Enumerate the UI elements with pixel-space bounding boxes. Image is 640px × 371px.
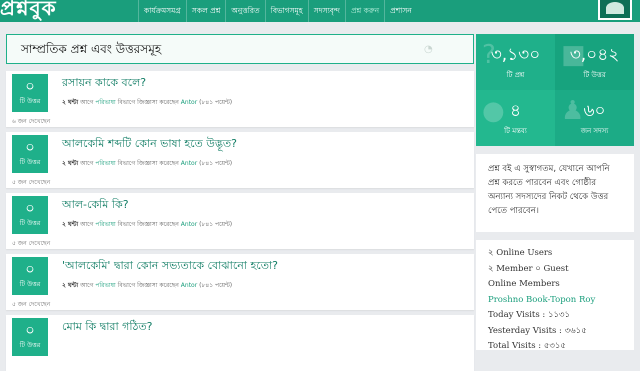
avatar-icon [606,2,624,14]
site-stats: ? ৩,১৩০ টি প্রশ্ন ■ ৩,০৪২ টি উত্তর ● ৪ টি মন্ত… [476,34,634,146]
category-link[interactable]: পরিভাষা [95,160,115,167]
member-guest-count: ২ Member ০ Guest [488,263,569,274]
sidebar: ? ৩,১৩০ টি প্রশ্ন ■ ৩,০৪২ টি উত্তর ● ৪ টি মন্ত… [476,34,634,350]
stat-members[interactable]: ♟ ৬০ জন সদস্য [555,90,634,146]
view-count: ৫ জন দেখেছেন [12,240,51,247]
answer-count-badge[interactable]: ০ টি উত্তর [12,74,48,112]
recent-qa-header: সাম্প্রতিক প্রশ্ন এবং উত্তরসমূহ ◔ [6,34,474,64]
question-card: ০ টি উত্তর মোম কি দ্বারা গঠিত? [6,315,474,371]
category-link[interactable]: পরিভাষা [95,221,115,228]
top-navbar: প্রশ্নবুক কার্যক্রমসমগ্র সকল প্রশ্ন অনুত… [0,0,640,22]
view-count: ৫ জন দেখেছেন [12,301,51,308]
yesterday-visits: Yesterday Visits : ৩৬১৫ [488,325,587,336]
user-link[interactable]: Antor [181,221,197,228]
view-count: ৬ জন দেখেছেন [12,118,51,125]
main-content: সাম্প্রতিক প্রশ্ন এবং উত্তরসমূহ ◔ ০ টি উত… [6,34,474,371]
question-meta: ২ ঘন্টা আগে পরিভাষা বিভাগে জিজ্ঞাসা করেছ… [62,221,233,228]
site-logo[interactable]: প্রশ্নবুক [0,0,57,20]
total-visits: Total Visits : ৫৩১৫ [488,341,566,350]
nav-item-members[interactable]: সদস্যবৃন্দ [307,0,345,22]
question-title-link[interactable]: আল-কেমি কি? [62,196,129,215]
question-meta: ২ ঘন্টা আগে পরিভাষা বিভাগে জিজ্ঞাসা করেছ… [62,99,233,106]
question-card: ০ টি উত্তর আল-কেমি কি? ২ ঘন্টা আগে পরিভাষ… [6,193,474,249]
stat-answers[interactable]: ■ ৩,০৪২ টি উত্তর [555,34,634,90]
stat-comments[interactable]: ● ৪ টি মন্তব্য [476,90,555,146]
nav-item-admin[interactable]: প্রশাসন [384,0,417,22]
page-title: সাম্প্রতিক প্রশ্ন এবং উত্তরসমূহ [21,42,162,56]
category-link[interactable]: পরিভাষা [95,282,115,289]
answer-count-badge[interactable]: ০ টি উত্তর [12,135,48,173]
nav-item-ask-question[interactable]: প্রশ্ন করুন [344,0,384,22]
stat-questions[interactable]: ? ৩,১৩০ টি প্রশ্ন [476,34,555,90]
answer-count-badge[interactable]: ০ টি উত্তর [12,196,48,234]
question-title-link[interactable]: রসায়ন কাকে বলে? [62,74,146,93]
nav-item-unanswered[interactable]: অনুত্তরিত [225,0,264,22]
user-link[interactable]: Antor [181,282,197,289]
answer-count-badge[interactable]: ০ টি উত্তর [12,318,48,356]
main-nav: কার্যক্রমসমগ্র সকল প্রশ্ন অনুত্তরিত বিভা… [138,0,417,22]
online-users-count: ২ Online Users [488,248,553,258]
view-count: ৫ জন দেখেছেন [12,179,51,186]
question-title-link[interactable]: আলকেমি শব্দটি কোন ভাষা হতে উদ্ভূত? [62,135,237,154]
online-users-widget: ২ Online Users ২ Member ০ Guest Online M… [476,240,634,350]
user-avatar[interactable] [598,0,632,20]
question-title-link[interactable]: 'আলকেমি' দ্বারা কোন সভ্যতাকে বোঝানো হতো? [62,257,278,276]
question-title-link[interactable]: মোম কি দ্বারা গঠিত? [62,318,153,337]
question-meta: ২ ঘন্টা আগে পরিভাষা বিভাগে জিজ্ঞাসা করেছ… [62,282,233,289]
answer-count-badge[interactable]: ০ টি উত্তর [12,257,48,295]
user-link[interactable]: Antor [181,99,197,106]
question-meta: ২ ঘন্টা আগে পরিভাষা বিভাগে জিজ্ঞাসা করেছ… [62,160,233,167]
today-visits: Today Visits : ১১৩১ [488,310,571,320]
nav-item-categories[interactable]: বিভাগসমূহ [264,0,308,22]
question-card: ০ টি উত্তর রসায়ন কাকে বলে? ২ ঘন্টা আগে প… [6,71,474,127]
nav-item-activities[interactable]: কার্যক্রমসমগ্র [138,0,186,22]
rss-icon[interactable]: ◔ [424,44,435,55]
online-members-label: Online Members [488,279,560,289]
nav-item-all-questions[interactable]: সকল প্রশ্ন [185,0,226,22]
user-link[interactable]: Antor [181,160,197,167]
online-member-link[interactable]: Proshno Book-Topon Roy [488,293,622,309]
site-description: প্রশ্ন বই এ সুস্বাগতম, যেখানে আপনি প্রশ্… [476,154,634,232]
question-card: ০ টি উত্তর আলকেমি শব্দটি কোন ভাষা হতে উদ্… [6,132,474,188]
category-link[interactable]: পরিভাষা [95,99,115,106]
question-card: ০ টি উত্তর 'আলকেমি' দ্বারা কোন সভ্যতাকে ব… [6,254,474,310]
